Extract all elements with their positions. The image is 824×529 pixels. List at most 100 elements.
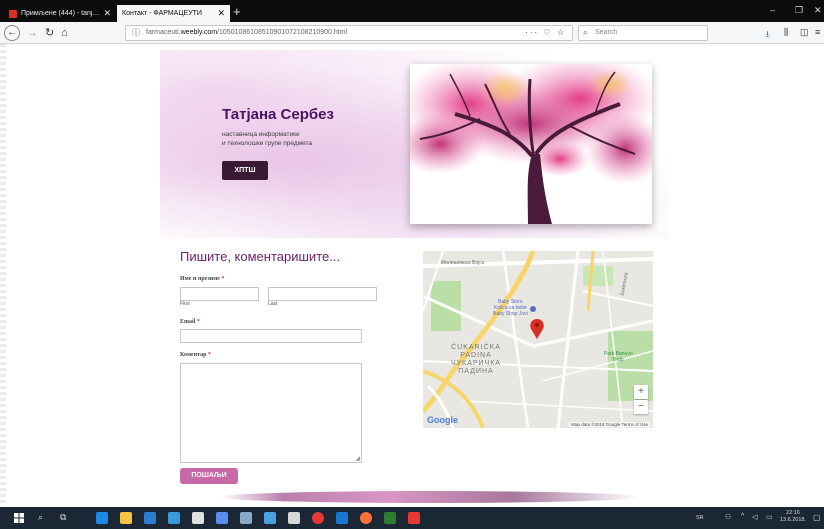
language-indicator[interactable]: SR <box>696 515 704 521</box>
home-icon[interactable]: ⌂ <box>61 26 68 40</box>
mail-favicon-icon <box>9 9 17 18</box>
reload-icon[interactable]: ↻ <box>45 26 54 40</box>
search-input[interactable]: ⌕ Search <box>578 25 708 41</box>
app-icon[interactable] <box>264 512 276 524</box>
clock-date: 13.6.2018. <box>780 517 806 523</box>
url-domain: weebly.com <box>180 29 218 36</box>
sidebar-icon[interactable]: ◫ <box>800 27 809 38</box>
name-label: Име и презиме * <box>180 276 224 282</box>
map-tiles <box>423 251 653 428</box>
browser-nav-bar: ← → ↻ ⌂ ⓘ farmaceuti.weebly.com/10501086… <box>0 22 824 44</box>
hero-button[interactable]: ХПТШ <box>222 161 268 180</box>
required-mark: * <box>196 319 200 325</box>
first-name-input[interactable] <box>180 287 259 301</box>
taskbar: ⌕ ⧉ SR ⚇ ^ ◁ ▭ 22:16 13.6.2018. ▢ <box>0 507 824 529</box>
mail-icon[interactable] <box>288 512 300 524</box>
search-icon[interactable]: ⌕ <box>38 512 43 523</box>
map-district-label: ČUKARIČKA PADINA ЧУКАРИЧКА ПАДИНА <box>451 344 501 376</box>
network-icon[interactable]: ▭ <box>766 513 773 521</box>
edge-browser-icon[interactable] <box>96 512 108 524</box>
tab-inbox[interactable]: Примљене (444) - tanja.serbez@... ✕ <box>4 5 116 22</box>
submit-button[interactable]: ПОШАЉИ <box>180 468 238 484</box>
tree-watercolor-image <box>410 64 652 224</box>
last-name-input[interactable] <box>268 287 377 301</box>
hero-subtitle-line: и технолошке групе предмета <box>222 140 313 147</box>
close-window-button[interactable]: ✕ <box>814 5 822 16</box>
calculator-icon[interactable] <box>192 512 204 524</box>
app-icon[interactable] <box>168 512 180 524</box>
map-street-label: Милешевска Војск <box>441 260 484 266</box>
tab-label: Примљене (444) - tanja.serbez@... <box>21 10 99 17</box>
page-edge-pattern <box>0 44 6 506</box>
clock-time: 22:16 <box>786 510 800 516</box>
new-tab-button[interactable]: + <box>233 4 241 20</box>
required-mark: * <box>221 276 225 282</box>
required-mark: * <box>208 352 212 358</box>
zoom-in-button[interactable]: + <box>634 385 648 399</box>
map-district-line: ČUKARIČKA <box>451 344 501 351</box>
file-explorer-icon[interactable] <box>120 512 132 524</box>
clock[interactable]: 22:16 13.6.2018. <box>780 510 806 524</box>
name-label-text: Име и презиме <box>180 276 220 282</box>
tray-chevron-icon[interactable]: ^ <box>741 513 744 520</box>
forward-arrow-icon[interactable]: → <box>27 26 38 40</box>
comment-textarea[interactable]: ◢ <box>180 363 362 463</box>
address-bar[interactable]: ⓘ farmaceuti.weebly.com/1050108610851090… <box>125 25 573 41</box>
app-icon[interactable] <box>240 512 252 524</box>
opera-icon[interactable] <box>312 512 324 524</box>
page-actions-menu[interactable]: ··· ♡ ☆ <box>525 26 566 40</box>
library-icon[interactable]: ⫼ <box>784 27 788 38</box>
map-park-label: Park Banovo Brdo <box>604 351 633 363</box>
info-icon[interactable]: ⓘ <box>132 26 140 40</box>
map-park-line: Brdo <box>613 357 624 363</box>
task-view-icon[interactable]: ⧉ <box>60 512 66 523</box>
form-title: Пишите, коментаришите... <box>180 249 341 264</box>
email-field[interactable] <box>180 329 362 343</box>
web-page: Татјана Сербез наставница информатике и … <box>0 44 824 506</box>
notifications-icon[interactable]: ▢ <box>813 513 821 522</box>
footer-watercolor <box>220 491 640 503</box>
map-district-line: ЧУКАРИЧКА <box>451 360 501 367</box>
windows-start-icon[interactable] <box>14 513 24 523</box>
maximize-button[interactable]: ❐ <box>795 5 803 16</box>
google-logo: Google <box>427 415 458 425</box>
volume-icon[interactable]: ◁ <box>752 513 757 521</box>
tab-contact[interactable]: Контакт - ФАРМАЦЕУТИ ✕ <box>117 5 230 22</box>
hero-name: Татјана Сербез <box>222 106 334 123</box>
browser-tab-bar: Примљене (444) - tanja.serbez@... ✕ Конт… <box>0 0 824 22</box>
search-placeholder: Search <box>595 29 618 36</box>
hero-subtitle: наставница информатике и технолошке груп… <box>222 130 362 148</box>
close-tab-icon[interactable]: ✕ <box>217 8 225 19</box>
map-poi-line: Baby Shop Jovi <box>493 311 528 317</box>
map-district-line: ПАДИНА <box>458 368 494 375</box>
people-icon[interactable]: ⚇ <box>725 513 731 521</box>
map-district-line: PADINA <box>460 352 492 359</box>
zoom-out-button[interactable]: − <box>634 400 648 414</box>
resize-handle-icon[interactable]: ◢ <box>355 455 360 462</box>
hero-subtitle-line: наставница информатике <box>222 131 300 138</box>
first-hint: First <box>180 301 190 307</box>
email-label-text: Email <box>180 319 196 325</box>
comment-label: Коментар * <box>180 352 211 358</box>
close-tab-icon[interactable]: ✕ <box>103 8 111 19</box>
app-icon[interactable] <box>216 512 228 524</box>
downloads-icon[interactable]: ⭳ <box>766 27 769 43</box>
skype-icon[interactable] <box>336 512 348 524</box>
back-arrow-icon[interactable]: ← <box>4 25 20 41</box>
tree-illustration <box>410 64 652 224</box>
url-path: /10501086108510901072108210900.html <box>217 29 348 36</box>
comment-label-text: Коментар <box>180 352 207 358</box>
last-hint: Last <box>268 301 278 307</box>
tab-label: Контакт - ФАРМАЦЕУТИ <box>122 10 202 17</box>
firefox-icon[interactable] <box>360 512 372 524</box>
app-icon[interactable] <box>408 512 420 524</box>
search-icon: ⌕ <box>583 28 588 37</box>
google-map[interactable]: Милешевска Војск Baby Store Kolica za be… <box>423 251 653 428</box>
store-icon[interactable] <box>144 512 156 524</box>
url-prefix: farmaceuti. <box>146 29 181 36</box>
app-icon[interactable] <box>384 512 396 524</box>
map-poi-label: Baby Store Kolica za bebe Baby Shop Jovi <box>493 299 528 317</box>
minimize-button[interactable]: – <box>770 5 775 15</box>
map-attribution[interactable]: Map data ©2018 Google Terms of Use <box>569 422 650 427</box>
menu-icon[interactable]: ≡ <box>815 27 820 37</box>
